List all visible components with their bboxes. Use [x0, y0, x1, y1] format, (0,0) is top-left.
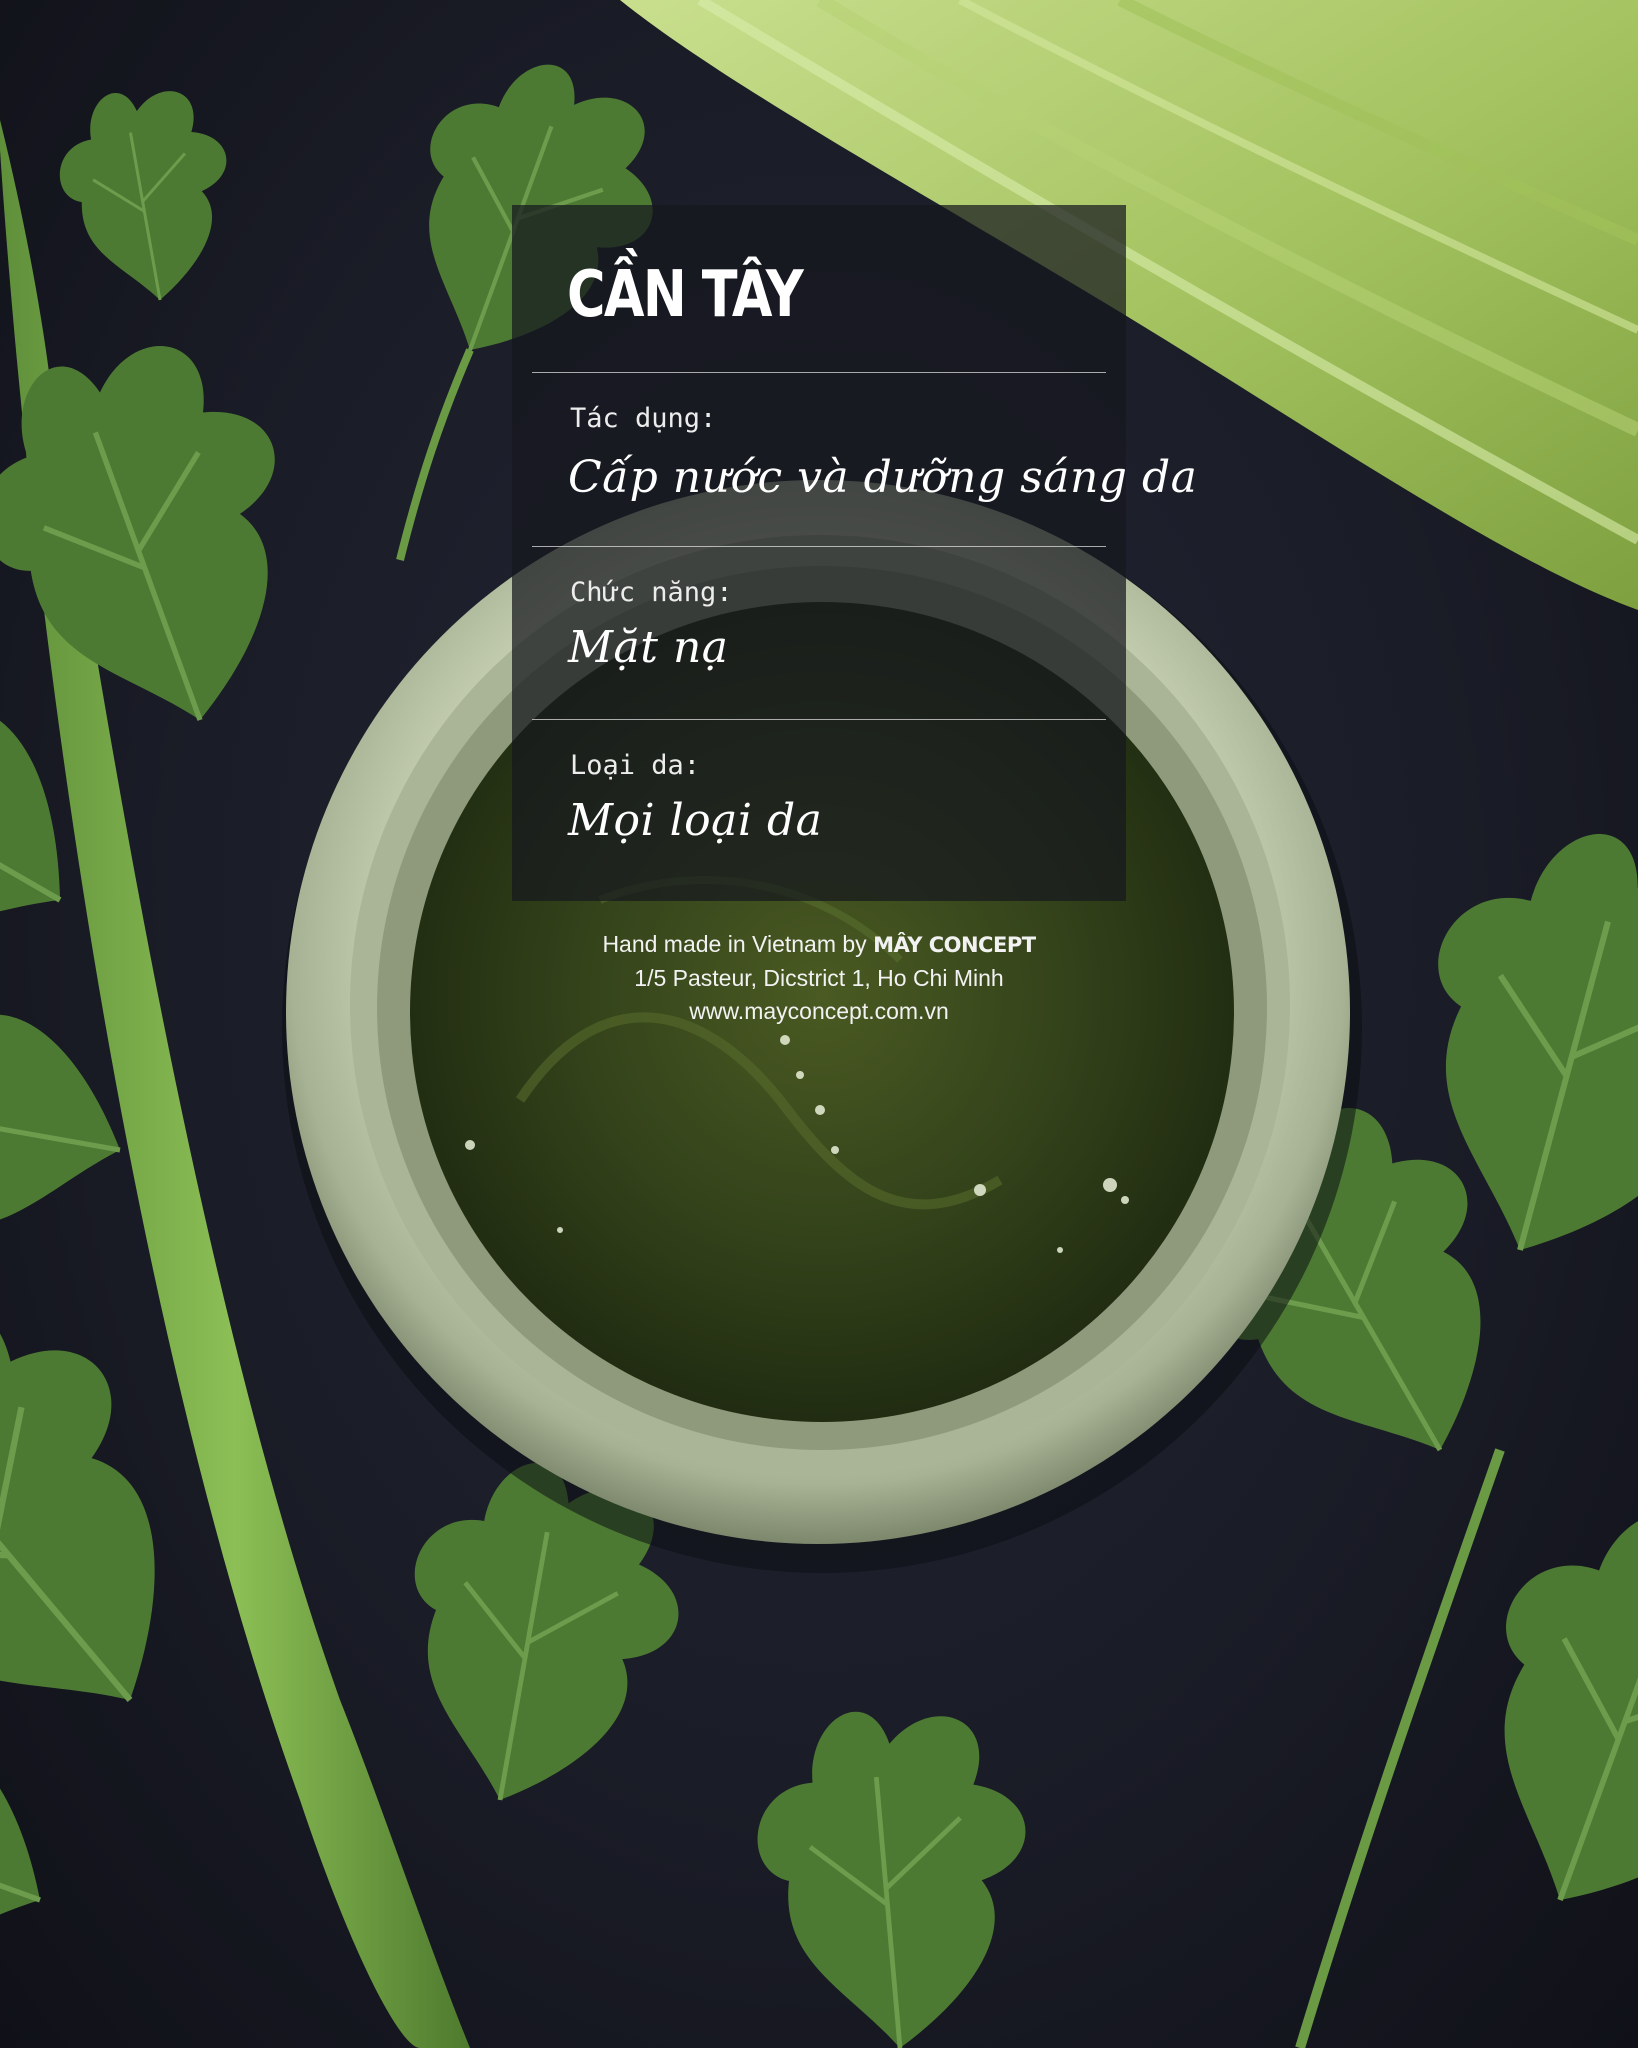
effect-label: Tác dụng: — [570, 403, 717, 434]
made-in-text: Hand made in Vietnam by — [602, 931, 874, 957]
maker-info: Hand made in Vietnam by MÂY CONCEPT 1/5 … — [512, 928, 1126, 1028]
product-title: CẦN TÂY — [567, 258, 804, 332]
divider — [532, 546, 1106, 547]
skin-type-label: Loại da: — [570, 750, 701, 781]
website-link[interactable]: www.mayconcept.com.vn — [512, 995, 1126, 1028]
divider — [532, 719, 1106, 720]
address-line: 1/5 Pasteur, Dicstrict 1, Ho Chi Minh — [634, 965, 1004, 991]
effect-value: Cấp nước và dưỡng sáng da — [568, 452, 1198, 503]
product-label-photo: CẦN TÂY Tác dụng: Cấp nước và dưỡng sáng… — [0, 0, 1638, 2048]
brand-name: MÂY CONCEPT — [873, 933, 1036, 957]
function-label: Chức năng: — [570, 577, 733, 608]
skin-type-value: Mọi loại da — [568, 795, 823, 846]
made-in-line: Hand made in Vietnam by MÂY CONCEPT — [512, 928, 1126, 962]
divider — [532, 372, 1106, 373]
function-value: Mặt nạ — [568, 622, 729, 673]
